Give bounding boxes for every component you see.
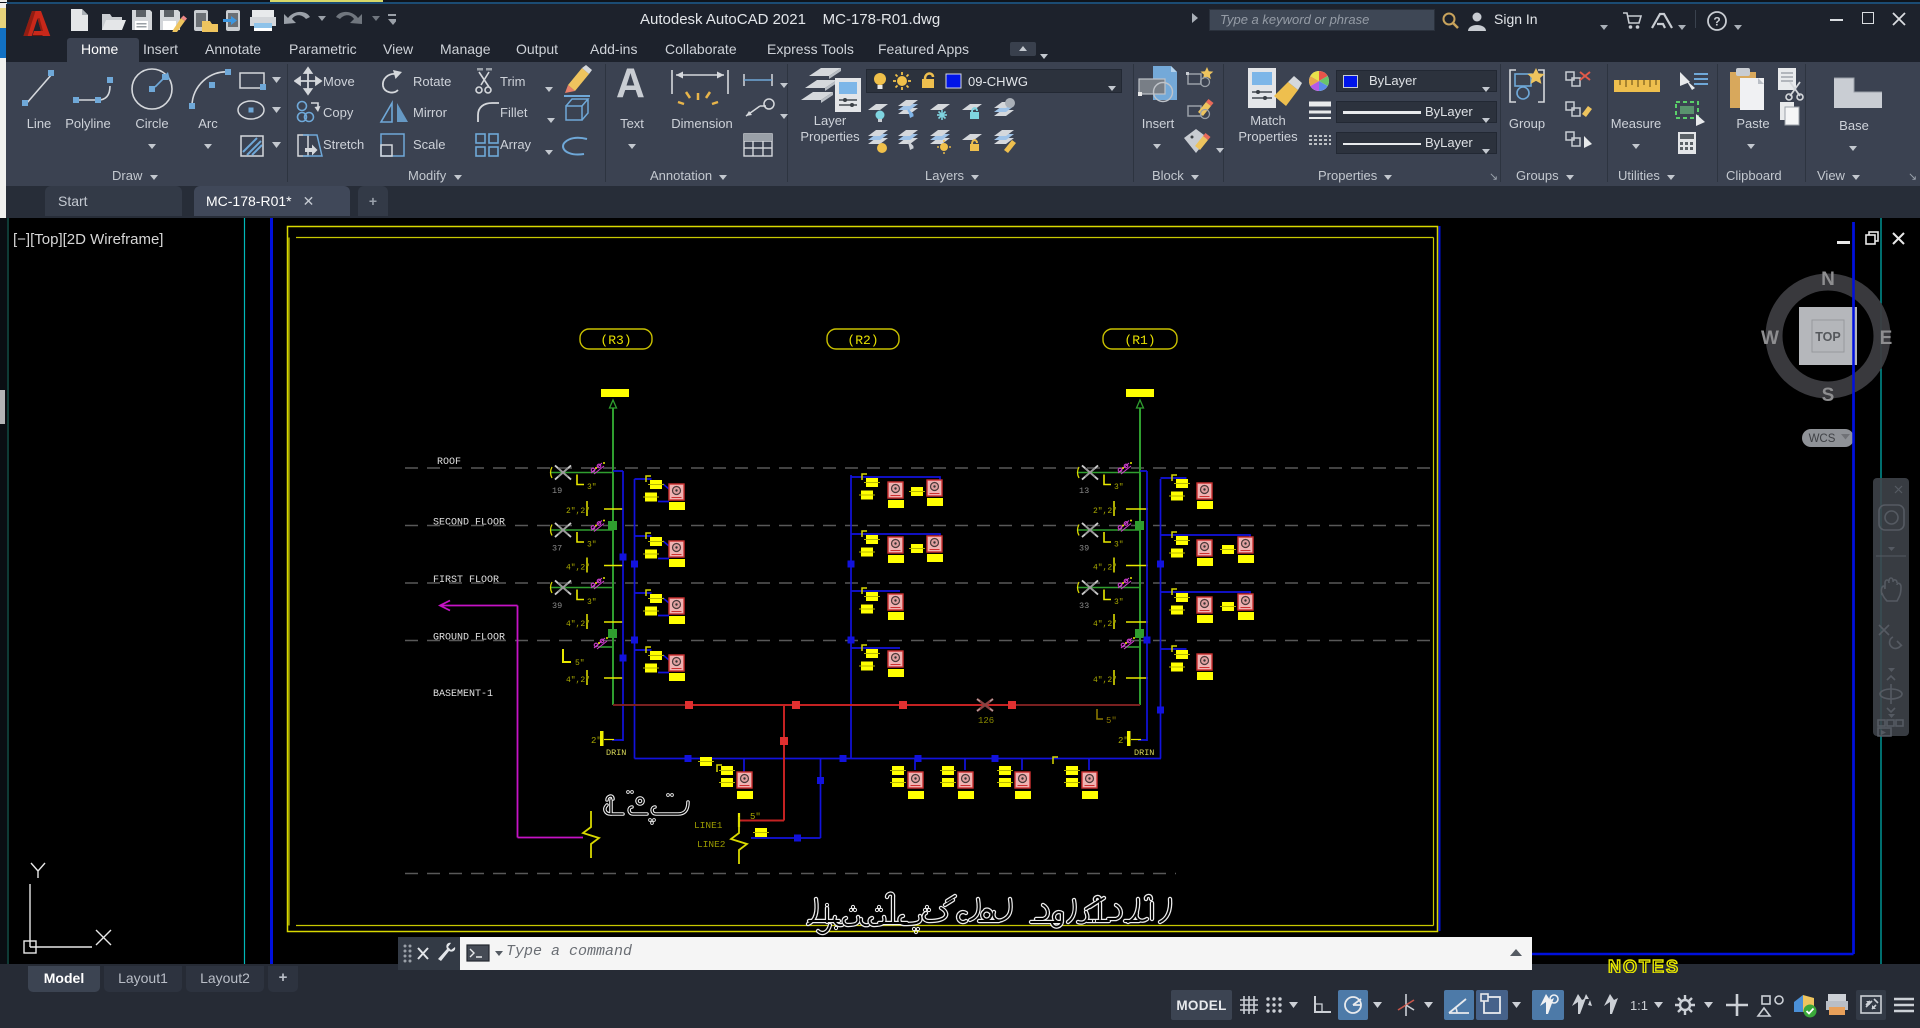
svg-text:NOTES: NOTES (1608, 957, 1680, 973)
svg-text:2″,2″: 2″,2″ (566, 507, 590, 516)
svg-text:(R1): (R1) (1124, 333, 1155, 348)
svg-text:37: 37 (552, 544, 562, 554)
svg-text:4″,2″: 4″,2″ (566, 564, 590, 573)
svg-text:W: W (1761, 328, 1779, 349)
svg-text:TOP: TOP (1815, 330, 1840, 344)
svg-text:3″: 3″ (1114, 483, 1124, 492)
svg-text:4″,2″: 4″,2″ (1093, 620, 1117, 629)
svg-text:S: S (1822, 385, 1835, 406)
svg-text:(R3): (R3) (600, 333, 631, 348)
svg-text:5″: 5″ (750, 812, 761, 822)
svg-text:[−][Top][2D Wireframe]: [−][Top][2D Wireframe] (13, 231, 163, 248)
svg-text:3″: 3″ (587, 541, 597, 550)
svg-text:4″,2″: 4″,2″ (1093, 564, 1117, 573)
svg-text:5″: 5″ (575, 659, 585, 668)
svg-text:DRIN: DRIN (1134, 748, 1154, 758)
svg-text:SECOND FLOOR: SECOND FLOOR (433, 518, 505, 529)
svg-text:E: E (1880, 328, 1893, 349)
svg-text:4″,2″: 4″,2″ (566, 620, 590, 629)
svg-text:126: 126 (978, 716, 994, 726)
svg-text:39: 39 (552, 601, 562, 611)
svg-text:13: 13 (1079, 486, 1089, 496)
svg-text:3″: 3″ (587, 598, 597, 607)
svg-text:GROUND FLOOR: GROUND FLOOR (433, 633, 505, 644)
svg-text:LINE2: LINE2 (697, 839, 726, 850)
svg-text:DRIN: DRIN (606, 748, 626, 758)
svg-text:ROOF: ROOF (437, 457, 461, 468)
svg-text:39: 39 (1079, 544, 1089, 554)
svg-text:?: ? (1713, 15, 1720, 29)
svg-text:19: 19 (552, 486, 562, 496)
svg-text:4″,2″: 4″,2″ (566, 676, 590, 685)
svg-text:33: 33 (1079, 601, 1089, 611)
svg-text:FIRST FLOOR: FIRST FLOOR (433, 575, 499, 586)
svg-text:3″: 3″ (587, 483, 597, 492)
svg-text:2″,2″: 2″,2″ (1093, 507, 1117, 516)
svg-text:WCS: WCS (1809, 433, 1836, 445)
svg-text:3″: 3″ (1114, 598, 1124, 607)
svg-text:N: N (1821, 269, 1835, 290)
svg-text:LINE1: LINE1 (694, 820, 723, 831)
svg-text:5″: 5″ (1106, 716, 1117, 726)
svg-text:4″,2″: 4″,2″ (1093, 676, 1117, 685)
svg-text:BASEMENT-1: BASEMENT-1 (433, 689, 493, 700)
svg-text:3″: 3″ (1114, 541, 1124, 550)
svg-text:(R2): (R2) (847, 333, 878, 348)
